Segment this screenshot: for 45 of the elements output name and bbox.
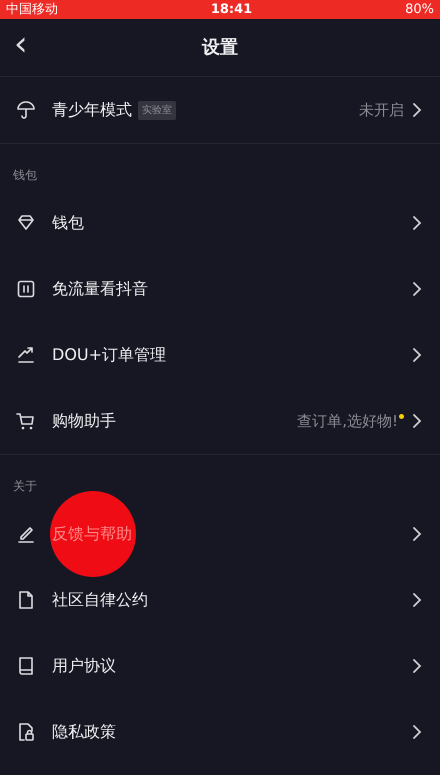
- book-icon: [16, 656, 36, 676]
- chevron-icon: [412, 658, 422, 674]
- settings-row[interactable]: 社区自律公约: [0, 567, 440, 633]
- chevron-icon: [412, 413, 422, 429]
- card-icon: [16, 279, 36, 299]
- row-label: 钱包: [52, 212, 84, 234]
- cart-icon: [16, 411, 36, 431]
- pencil-icon: [16, 524, 36, 544]
- lock-file-icon: [16, 722, 36, 742]
- chevron-icon: [412, 526, 422, 542]
- settings-row[interactable]: 免流量看抖音: [0, 256, 440, 322]
- settings-row[interactable]: DOU+订单管理: [0, 322, 440, 388]
- chevron-icon: [412, 347, 422, 363]
- section-heading: 钱包: [12, 167, 38, 184]
- section-heading: 关于: [12, 478, 38, 495]
- row-label: 隐私政策: [52, 721, 116, 743]
- umbrella-icon: [16, 100, 36, 120]
- settings-row[interactable]: 青少年模式 实验室 未开启: [0, 77, 440, 143]
- settings-row[interactable]: 钱包: [0, 190, 440, 256]
- trend-icon: [16, 345, 36, 365]
- row-label: 用户协议: [52, 655, 116, 677]
- diamond-icon: [16, 213, 36, 233]
- row-label: 青少年模式: [52, 99, 132, 121]
- row-value: 查订单,选好物!: [297, 410, 398, 432]
- settings-row[interactable]: 隐私政策: [0, 699, 440, 765]
- row-label: DOU+订单管理: [52, 344, 166, 366]
- battery-level: 80%: [405, 0, 434, 19]
- lab-tag: 实验室: [138, 100, 176, 120]
- settings-row[interactable]: 购物助手 查订单,选好物!: [0, 388, 440, 454]
- row-label: 免流量看抖音: [52, 278, 148, 300]
- back-button[interactable]: ‹: [10, 27, 32, 61]
- chevron-icon: [412, 102, 422, 118]
- chevron-icon: [412, 281, 422, 297]
- file-icon: [16, 590, 36, 610]
- chevron-icon: [412, 215, 422, 231]
- carrier-name: 中国移动: [6, 0, 58, 19]
- page-title: 设置: [202, 36, 238, 60]
- status-time: 18:41: [210, 0, 252, 19]
- settings-row[interactable]: 用户协议: [0, 633, 440, 699]
- row-value: 未开启: [359, 100, 404, 121]
- chevron-icon: [412, 592, 422, 608]
- row-label: 购物助手: [52, 410, 116, 432]
- row-label: 反馈与帮助: [52, 523, 132, 545]
- chevron-icon: [412, 724, 422, 740]
- row-label: 社区自律公约: [52, 589, 148, 611]
